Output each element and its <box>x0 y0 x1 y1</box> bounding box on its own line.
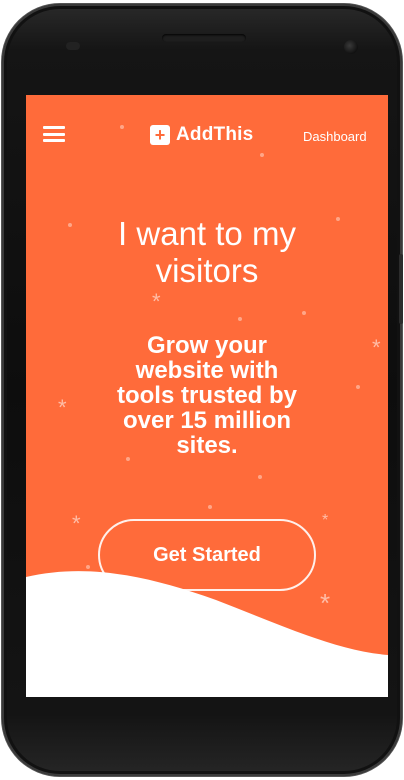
headline-line: I want to my <box>118 215 296 252</box>
subheadline-line: tools trusted by <box>116 382 297 409</box>
get-started-button[interactable]: Get Started <box>98 519 316 591</box>
subheadline-line: website with <box>135 357 279 384</box>
subheadline-line: sites. <box>176 432 238 459</box>
menu-bar <box>43 132 65 136</box>
brand-name: AddThis <box>176 124 254 145</box>
subheadline-line: Grow your <box>146 332 267 359</box>
headline-line: visitors <box>155 252 259 289</box>
menu-bar <box>43 139 65 142</box>
plus-square-icon: + <box>150 125 170 145</box>
phone-camera <box>344 40 358 54</box>
phone-earpiece <box>162 34 246 42</box>
menu-bar <box>43 126 65 129</box>
hero-headline: I want to my visitors <box>26 215 388 289</box>
hamburger-menu-icon[interactable] <box>43 126 65 142</box>
dashboard-link[interactable]: Dashboard <box>303 129 367 144</box>
hero-subheadline: Grow your website with tools trusted by … <box>62 333 352 458</box>
phone-sensor <box>66 42 80 50</box>
phone-screen: * * * * * * + AddThis Dashboard I want t… <box>26 95 388 697</box>
subheadline-line: over 15 million <box>122 407 292 434</box>
phone-side-button <box>399 254 403 324</box>
brand-logo[interactable]: + AddThis <box>150 123 253 147</box>
